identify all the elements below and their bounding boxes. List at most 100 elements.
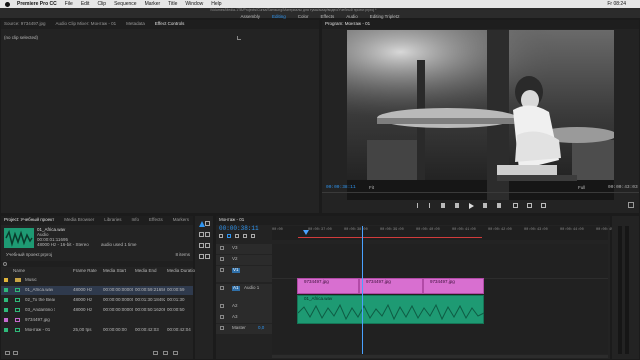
workspace-color[interactable]: Color [298, 14, 309, 20]
rewind-icon[interactable] [455, 203, 459, 208]
new-bin-icon[interactable] [153, 351, 158, 355]
track-label[interactable]: V3 [232, 245, 238, 251]
tab-project[interactable]: Project: Учебный проект [4, 218, 54, 223]
tab-audio-clip-mixer[interactable]: Audio Clip Mixer: Монтаж - 01 [56, 22, 117, 27]
slip-icon[interactable] [199, 243, 204, 248]
wrench-icon[interactable] [251, 234, 255, 238]
menu-edit[interactable]: Edit [81, 1, 90, 7]
audio-clip[interactable]: 01_Africa.wav [297, 295, 485, 324]
menu-help[interactable]: Help [211, 1, 221, 7]
menu-title[interactable]: Title [168, 1, 177, 7]
add-marker-icon[interactable] [243, 234, 247, 238]
track-header-master[interactable]: Master 0,0 [216, 324, 272, 334]
workspace-effects[interactable]: Effects [321, 14, 335, 20]
project-row[interactable]: 9734497.jpg [1, 316, 193, 325]
project-row[interactable]: Монтаж - 01 25,00 fps 00:00:00:00 00:00:42:… [1, 326, 193, 335]
mark-out-icon[interactable] [429, 203, 430, 208]
snap-icon[interactable] [227, 234, 231, 238]
program-scrub-bar[interactable] [322, 192, 639, 193]
project-row[interactable]: 03_Andantino Show.wav 48000 Hz 00:00:00:00… [1, 306, 193, 315]
project-row[interactable]: 02_To the Beach.wav 48000 Hz 00:00:00:0000… [1, 296, 193, 305]
tab-markers[interactable]: Markers [173, 218, 189, 223]
menu-sequence[interactable]: Sequence [114, 1, 137, 7]
timeline-timecode[interactable]: 00:00:38:11 [219, 226, 259, 232]
col-frame-rate[interactable]: Frame Rate [73, 268, 97, 274]
workspace-editing[interactable]: Editing [272, 14, 286, 20]
lock-icon[interactable] [220, 246, 224, 250]
overwrite-icon[interactable] [527, 203, 532, 208]
project-row[interactable]: Music [1, 276, 193, 285]
type-icon[interactable] [205, 254, 210, 259]
step-back-icon[interactable] [441, 203, 445, 208]
workspace-editing-triplet[interactable]: Editing Triplet2 [370, 14, 400, 20]
insert-icon[interactable] [513, 203, 518, 208]
linked-selection-icon[interactable] [235, 234, 239, 238]
button-editor-icon[interactable] [628, 202, 634, 208]
video-clip[interactable]: 9734497.jpg [423, 278, 484, 294]
ripple-edit-icon[interactable] [199, 232, 204, 237]
menu-file[interactable]: File [65, 1, 73, 7]
track-label[interactable]: A1 [232, 285, 240, 291]
hand-icon[interactable] [199, 254, 204, 259]
playhead[interactable] [362, 226, 363, 354]
menu-window[interactable]: Window [185, 1, 203, 7]
forward-icon[interactable] [497, 203, 501, 208]
project-row[interactable]: 01_Africa.wav 48000 Hz 00:00:00:00000 00:00… [1, 286, 193, 295]
program-title[interactable]: Program: Монтаж - 01 [325, 22, 370, 27]
trash-icon[interactable] [173, 351, 178, 355]
nest-icon[interactable] [219, 234, 223, 238]
track-header-v3[interactable]: V3 [216, 244, 272, 254]
icon-view-icon[interactable] [13, 351, 18, 355]
workspace-audio[interactable]: Audio [346, 14, 358, 20]
track-label[interactable]: Master [232, 325, 246, 331]
tab-info[interactable]: Info [132, 218, 140, 223]
tab-metadata[interactable]: Metadata [126, 22, 145, 27]
lock-icon[interactable] [220, 315, 224, 319]
tab-sequence[interactable]: Монтаж - 01 [219, 218, 244, 223]
col-media-duration[interactable]: Media Duration [167, 268, 198, 274]
menu-clip[interactable]: Clip [97, 1, 106, 7]
lock-icon[interactable] [220, 326, 224, 330]
lock-icon[interactable] [220, 268, 224, 272]
master-volume[interactable]: 0,0 [258, 325, 264, 331]
step-forward-icon[interactable] [483, 203, 487, 208]
track-header-v1[interactable]: V1 [216, 266, 272, 282]
tab-effect-controls[interactable]: Effect Controls [155, 22, 184, 27]
col-name[interactable]: Name [13, 268, 25, 274]
track-label[interactable]: V2 [232, 256, 238, 262]
track-header-v2[interactable]: V2 [216, 255, 272, 265]
work-area-bar[interactable] [298, 237, 482, 238]
list-view-icon[interactable] [5, 351, 10, 355]
program-timecode[interactable]: 00:00:38:11 [326, 185, 356, 191]
mark-in-icon[interactable] [417, 203, 418, 208]
video-clip[interactable]: 9734497.jpg [359, 278, 423, 294]
workspace-assembly[interactable]: Assembly [240, 14, 260, 20]
apple-icon[interactable] [5, 1, 10, 7]
app-menu[interactable]: Premiere Pro CC [17, 1, 57, 7]
track-label[interactable]: A2 [232, 303, 238, 309]
timeline-scrollbar[interactable] [272, 355, 608, 358]
zoom-select[interactable]: Fit [369, 185, 374, 191]
col-media-end[interactable]: Media End [135, 268, 157, 274]
export-frame-icon[interactable] [541, 203, 546, 208]
tab-libraries[interactable]: Libraries [104, 218, 121, 223]
menu-marker[interactable]: Marker [145, 1, 161, 7]
video-clip[interactable]: 9734497.jpg [297, 278, 359, 294]
lock-icon[interactable] [220, 257, 224, 261]
lock-icon[interactable] [220, 286, 224, 290]
quality-select[interactable]: Full [578, 185, 585, 191]
track-label[interactable]: V1 [232, 267, 240, 273]
col-media-start[interactable]: Media Start [103, 268, 126, 274]
tab-effects[interactable]: Effects [149, 218, 163, 223]
track-select-icon[interactable] [205, 221, 210, 226]
lock-icon[interactable] [220, 304, 224, 308]
track-header-a2[interactable]: A2 [216, 302, 272, 312]
search-bar[interactable] [1, 261, 193, 267]
tab-source[interactable]: Source: 9734497.jpg [4, 22, 46, 27]
panel-menu-icon[interactable] [237, 36, 241, 40]
track-header-a3[interactable]: A3 [216, 313, 272, 323]
razor-icon[interactable] [205, 232, 210, 237]
tab-media-browser[interactable]: Media Browser [64, 218, 94, 223]
playhead-handle[interactable] [303, 230, 309, 235]
play-icon[interactable] [469, 203, 474, 209]
